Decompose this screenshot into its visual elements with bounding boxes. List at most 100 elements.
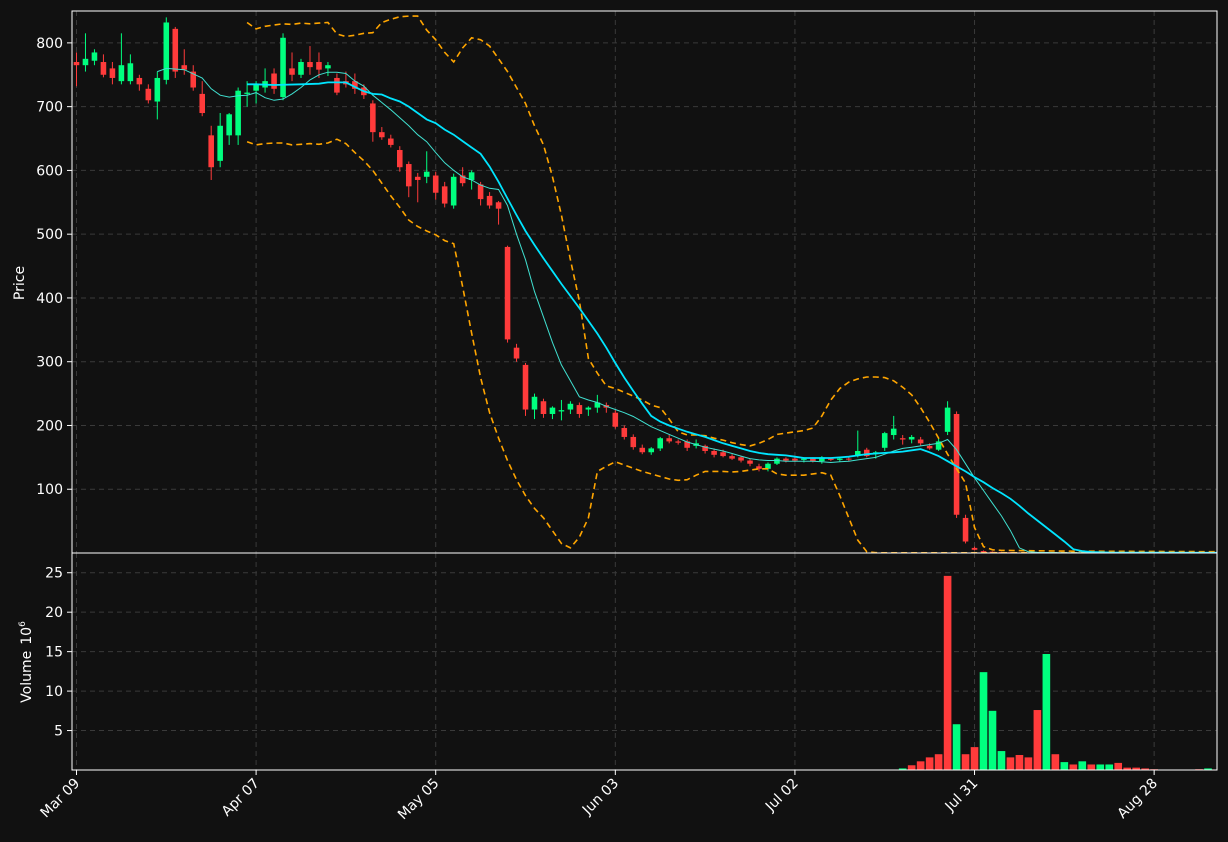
candle-body-down	[576, 405, 583, 414]
candle-body-up	[837, 458, 843, 460]
volume-bar-down	[943, 575, 952, 770]
volume-bar-down	[1087, 764, 1096, 770]
candle-body-up	[118, 65, 125, 82]
candle-body-down	[666, 438, 672, 442]
candle-body-down	[639, 447, 646, 453]
candle-body-up	[154, 77, 161, 102]
volume-bar-up	[1096, 764, 1105, 770]
volume-bar-down	[925, 757, 934, 770]
candle-body-down	[926, 445, 933, 449]
price-tick-label: 300	[36, 355, 63, 371]
volume-tick-label: 15	[45, 645, 63, 661]
candle-body-down	[100, 62, 107, 75]
candle-body-up	[423, 171, 430, 177]
price-tick-label: 800	[36, 36, 63, 52]
candle-body-down	[720, 452, 726, 457]
candle-body-up	[82, 58, 89, 66]
volume-bar-up	[1078, 761, 1087, 770]
volume-axis-label-base: 10	[19, 627, 35, 645]
candle-body-down	[289, 68, 295, 75]
candle-body-down	[540, 401, 547, 414]
volume-bar-down	[1015, 755, 1024, 770]
volume-bar-down	[1033, 710, 1042, 770]
candle-body-down	[980, 551, 987, 553]
candle-body-up	[91, 52, 98, 61]
volume-bar-down	[1051, 754, 1060, 770]
candle-body-down	[630, 436, 637, 448]
volume-bar-up	[1105, 764, 1114, 770]
volume-bar-up	[979, 672, 988, 770]
candle-body-down	[73, 62, 80, 66]
candle-body-down	[109, 68, 116, 78]
candle-body-up	[127, 63, 134, 82]
candle-body-up	[558, 410, 565, 412]
candle-body-up	[774, 458, 780, 464]
candle-body-up	[253, 84, 259, 91]
volume-bar-up	[1060, 762, 1069, 770]
candle-body-down	[271, 73, 277, 89]
volume-tick-label: 20	[45, 605, 63, 621]
volume-bar-up	[988, 710, 997, 770]
volume-tick-label: 25	[45, 566, 63, 582]
candle-body-up	[531, 396, 538, 410]
candle-body-down	[504, 246, 511, 340]
volume-bar-up	[952, 724, 961, 770]
price-tick-label: 100	[36, 482, 63, 498]
candle-body-up	[163, 22, 170, 80]
candle-body-down	[747, 460, 753, 464]
volume-axis-label-exponent: 6	[18, 621, 28, 627]
price-tick-label: 700	[36, 100, 63, 116]
candle-body-down	[334, 77, 340, 93]
candle-body-up	[890, 428, 897, 436]
candle-body-up	[235, 90, 241, 136]
candle-body-up	[657, 438, 663, 449]
candle-body-down	[711, 450, 717, 455]
candle-body-down	[729, 456, 735, 459]
volume-bar-down	[970, 747, 979, 770]
candle-body-up	[585, 407, 592, 410]
candle-body-up	[549, 407, 556, 414]
candle-body-down	[783, 458, 789, 461]
candle-body-up	[648, 448, 655, 453]
candle-body-down	[181, 65, 188, 70]
price-axis-label: Price	[12, 266, 28, 300]
candle-body-down	[379, 132, 385, 138]
candle-body-down	[441, 186, 448, 204]
volume-bar-down	[961, 754, 970, 770]
volume-bar-down	[934, 754, 943, 770]
candle-body-up	[944, 407, 951, 432]
volume-bar-down	[916, 761, 925, 770]
price-tick-label: 400	[36, 291, 63, 307]
candle-body-down	[172, 28, 179, 72]
volume-bar-down	[1114, 762, 1123, 770]
volume-bar-down	[1006, 757, 1015, 770]
candle-body-down	[621, 428, 628, 437]
candle-body-down	[136, 77, 143, 85]
candle-body-up	[244, 92, 250, 94]
candle-body-down	[477, 184, 484, 200]
candle-body-down	[208, 135, 214, 168]
candle-body-up	[325, 65, 331, 69]
price-tick-label: 600	[36, 163, 63, 179]
volume-bar-down	[1069, 764, 1078, 770]
candle-body-up	[226, 114, 232, 136]
volume-axis-label: Volume 106	[18, 621, 35, 703]
volume-bar-down	[907, 765, 916, 770]
candle-body-down	[675, 441, 681, 443]
candle-body-up	[908, 436, 915, 440]
candle-body-down	[397, 150, 403, 168]
volume-bar-down	[1024, 757, 1033, 770]
candle-body-down	[495, 202, 502, 209]
candle-body-down	[432, 175, 439, 193]
candle-body-down	[899, 438, 906, 440]
candle-body-down	[145, 88, 152, 101]
candle-body-up	[298, 62, 304, 75]
candle-body-up	[450, 176, 457, 206]
candle-body-down	[307, 62, 313, 68]
price-volume-chart: Price Volume106 100200300400500600700800…	[0, 0, 1228, 842]
candle-body-down	[612, 412, 619, 427]
volume-tick-label: 5	[54, 724, 63, 740]
candle-body-down	[486, 195, 493, 206]
volume-bar-up	[1042, 654, 1051, 770]
candle-body-down	[388, 138, 394, 145]
